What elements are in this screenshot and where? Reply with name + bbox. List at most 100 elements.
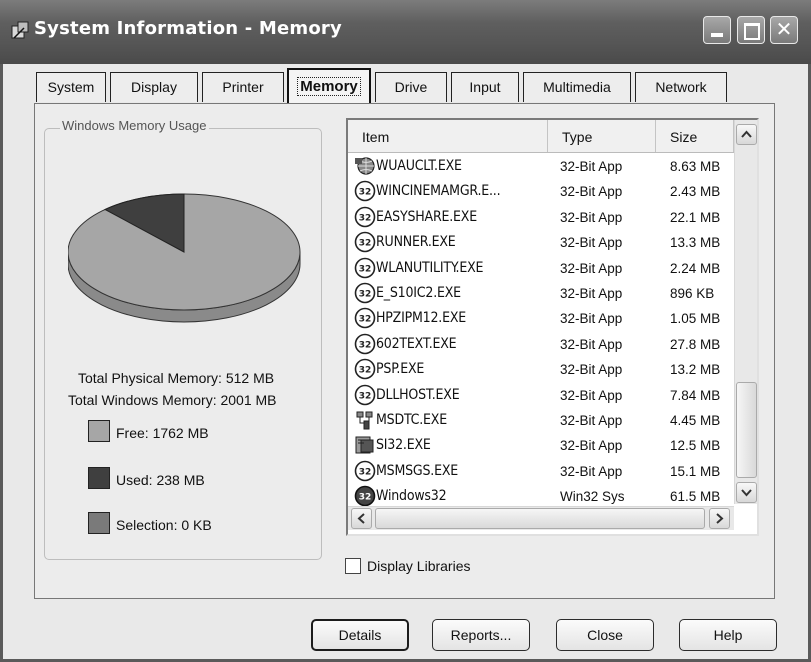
- app32-icon: 32: [354, 308, 376, 329]
- process-size: 1.05 MB: [670, 311, 721, 327]
- tab-display[interactable]: Display: [110, 72, 198, 102]
- process-row[interactable]: 32 EASYSHARE.EXE 32-Bit App 22.1 MB: [348, 205, 734, 230]
- chevron-right-icon: [716, 513, 724, 524]
- scroll-up-button[interactable]: [736, 124, 757, 145]
- scroll-right-button[interactable]: [709, 508, 730, 529]
- close-button[interactable]: Close: [556, 619, 654, 651]
- process-size: 2.24 MB: [670, 260, 721, 276]
- process-name: WINCINEMAMGR.E...: [376, 183, 501, 200]
- column-header-type[interactable]: Type: [548, 120, 656, 152]
- process-type: 32-Bit App: [560, 336, 623, 352]
- process-name: SI32.EXE: [376, 437, 431, 454]
- chevron-up-icon: [741, 130, 752, 138]
- process-size: 13.2 MB: [670, 362, 721, 378]
- process-size: 27.8 MB: [670, 336, 721, 352]
- process-name: PSP.EXE: [376, 361, 425, 378]
- horizontal-scrollbar[interactable]: [348, 506, 734, 530]
- memory-usage-group-label: Windows Memory Usage: [60, 118, 209, 133]
- horizontal-scroll-thumb[interactable]: [375, 508, 705, 529]
- svg-text:32: 32: [359, 213, 372, 223]
- svg-text:32: 32: [359, 239, 372, 249]
- svg-text:32: 32: [359, 264, 372, 274]
- process-row[interactable]: 32 602TEXT.EXE 32-Bit App 27.8 MB: [348, 332, 734, 357]
- process-row[interactable]: WUAUCLT.EXE 32-Bit App 8.63 MB: [348, 154, 734, 179]
- process-list-header: Item Type Size: [348, 120, 734, 153]
- app32-icon: 32: [354, 460, 376, 482]
- display-libraries-label[interactable]: Display Libraries: [367, 558, 470, 574]
- sysinfo-icon: [355, 436, 374, 454]
- legend-used-swatch: [88, 467, 110, 489]
- process-row[interactable]: 32 WINCINEMAMGR.E... 32-Bit App 2.43 MB: [348, 179, 734, 204]
- details-button[interactable]: Details: [311, 619, 409, 651]
- vertical-scroll-thumb[interactable]: [736, 382, 757, 478]
- process-type: 32-Bit App: [560, 209, 623, 225]
- process-row[interactable]: 32 MSMSGS.EXE 32-Bit App 15.1 MB: [348, 459, 734, 484]
- svg-text:32: 32: [359, 188, 372, 198]
- svg-text:32: 32: [359, 493, 372, 503]
- process-type: 32-Bit App: [560, 311, 623, 327]
- scroll-left-button[interactable]: [351, 508, 372, 529]
- process-list[interactable]: Item Type Size WUAUCLT.EXE 32-Bit App 8.63…: [346, 118, 759, 536]
- process-row[interactable]: 32 RUNNER.EXE 32-Bit App 13.3 MB: [348, 230, 734, 255]
- process-row[interactable]: 32 WLANUTILITY.EXE 32-Bit App 2.24 MB: [348, 256, 734, 281]
- app32-icon: 32: [354, 384, 376, 405]
- tab-printer[interactable]: Printer: [202, 72, 284, 102]
- tab-system[interactable]: System: [36, 72, 106, 102]
- svg-text:32: 32: [359, 340, 372, 350]
- process-row[interactable]: MSDTC.EXE 32-Bit App 4.45 MB: [348, 408, 734, 433]
- process-name: DLLHOST.EXE: [376, 386, 460, 403]
- system-info-icon: [11, 21, 29, 39]
- minimize-button[interactable]: [703, 16, 731, 44]
- chevron-down-icon: [741, 489, 752, 497]
- process-size: 2.43 MB: [670, 184, 721, 200]
- process-name: E_S10IC2.EXE: [376, 285, 461, 301]
- tab-memory[interactable]: Memory: [287, 68, 371, 104]
- app32-icon: 32: [354, 231, 376, 253]
- tab-network[interactable]: Network: [635, 72, 727, 102]
- chevron-left-icon: [357, 513, 365, 524]
- close-window-button[interactable]: ✕: [770, 16, 798, 44]
- process-row[interactable]: 32 PSP.EXE 32-Bit App 13.2 MB: [348, 357, 734, 382]
- memory-usage-pie-chart: [68, 193, 301, 323]
- process-size: 7.84 MB: [670, 387, 721, 403]
- maximize-button[interactable]: [737, 16, 765, 44]
- vertical-scrollbar[interactable]: [734, 120, 757, 504]
- process-name: WLANUTILITY.EXE: [376, 259, 484, 276]
- svg-text:32: 32: [359, 366, 372, 376]
- process-size: 4.45 MB: [670, 413, 721, 428]
- process-row[interactable]: 32 HPZIPM12.EXE 32-Bit App 1.05 MB: [348, 306, 734, 331]
- process-type: 32-Bit App: [560, 159, 623, 174]
- scroll-down-button[interactable]: [736, 482, 757, 503]
- close-icon: ✕: [775, 17, 793, 41]
- title-bar[interactable]: System Information - Memory ✕: [0, 0, 811, 64]
- process-row[interactable]: 32 E_S10IC2.EXE 32-Bit App 896 KB: [348, 281, 734, 306]
- svg-text:32: 32: [359, 391, 372, 401]
- tab-drive[interactable]: Drive: [375, 72, 447, 102]
- total-physical-memory: Total Physical Memory: 512 MB: [78, 370, 275, 386]
- process-type: 32-Bit App: [560, 387, 623, 403]
- process-name: 602TEXT.EXE: [376, 335, 457, 352]
- legend-used-label: Used: 238 MB: [116, 472, 205, 488]
- svg-text:32: 32: [359, 290, 372, 300]
- tab-input[interactable]: Input: [451, 72, 519, 102]
- app32-icon: 32: [354, 206, 376, 228]
- globe-icon: [355, 157, 375, 175]
- process-name: RUNNER.EXE: [376, 234, 456, 251]
- column-header-item[interactable]: Item: [348, 120, 548, 152]
- column-header-size[interactable]: Size: [656, 120, 734, 152]
- help-button[interactable]: Help: [679, 619, 777, 651]
- svg-text:32: 32: [359, 315, 372, 325]
- app32-icon: 32: [354, 333, 376, 355]
- process-row[interactable]: SI32.EXE 32-Bit App 12.5 MB: [348, 433, 734, 458]
- process-name: MSMSGS.EXE: [376, 462, 459, 479]
- app32-icon: 32: [354, 181, 376, 202]
- process-type: 32-Bit App: [560, 286, 623, 301]
- tab-multimedia[interactable]: Multimedia: [523, 72, 631, 102]
- process-row[interactable]: 32 DLLHOST.EXE 32-Bit App 7.84 MB: [348, 383, 734, 408]
- process-size: 896 KB: [670, 286, 715, 301]
- app32-icon: 32: [354, 282, 376, 304]
- reports-button[interactable]: Reports...: [432, 619, 530, 651]
- process-size: 13.3 MB: [670, 235, 721, 251]
- display-libraries-checkbox[interactable]: [345, 558, 361, 574]
- legend-free-label: Free: 1762 MB: [116, 425, 209, 441]
